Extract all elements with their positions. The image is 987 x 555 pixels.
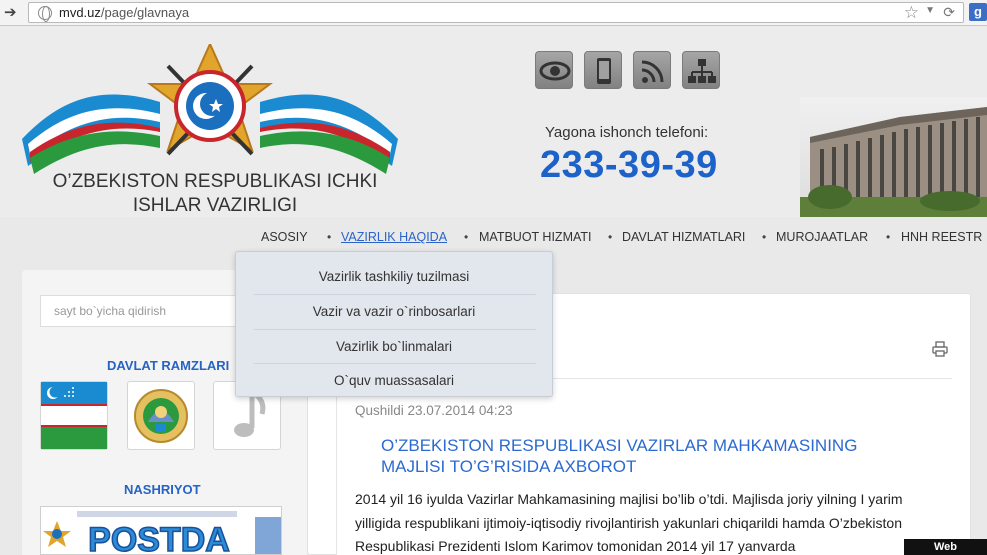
sitemap-icon[interactable]	[682, 51, 720, 89]
dropdown-item-tashkiliy-tuzilmasi[interactable]: Vazirlik tashkiliy tuzilmasi	[236, 260, 552, 294]
refresh-icon[interactable]: ⟳	[943, 4, 955, 21]
hotline-label: Yagona ishonch telefoni:	[545, 124, 709, 141]
nashriyot-title: NASHRIYOT	[124, 482, 201, 497]
site-name-line2: ISHLAR VAZIRLIGI	[132, 195, 298, 216]
eye-icon[interactable]	[535, 51, 573, 89]
url-text: mvd.uz/page/glavnaya	[59, 5, 190, 20]
flag-tile[interactable]	[40, 381, 108, 450]
post-date: Qushildi 23.07.2014 04:23	[355, 403, 513, 418]
nav-separator: •	[886, 230, 891, 244]
nav-separator: •	[608, 230, 613, 244]
nav-item-asosiy[interactable]: ASOSIY	[261, 230, 308, 244]
mobile-icon[interactable]	[584, 51, 622, 89]
dropdown-item-vazir-orinbosarlari[interactable]: Vazir va vazir o`rinbosarlari	[236, 295, 552, 329]
nav-separator: •	[762, 230, 767, 244]
print-icon[interactable]	[932, 341, 948, 357]
dropdown-item-oquv-muassasalari[interactable]: O`quv muassasalari	[236, 364, 552, 398]
nav-item-vazirlik-haqida[interactable]: VAZIRLIK HAQIDA	[341, 230, 447, 244]
vazirlik-haqida-dropdown: Vazirlik tashkiliy tuzilmasi Vazir va va…	[235, 251, 553, 397]
nav-item-davlat-hizmatlari[interactable]: DAVLAT HIZMATLARI	[622, 230, 745, 244]
address-bar[interactable]: mvd.uz/page/glavnaya ☆ ▼ ⟳	[28, 2, 964, 23]
nav-separator: •	[464, 230, 469, 244]
site-header: O’ZBEKISTON RESPUBLIKASI ICHKI ISHLAR VA…	[0, 27, 987, 217]
post-body: 2014 yil 16 iyulda Vazirlar Mahkamasinin…	[355, 491, 903, 554]
ministry-emblem-logo[interactable]	[20, 44, 400, 189]
uzbek-flag-image	[41, 382, 107, 449]
coat-of-arms-image	[134, 389, 188, 443]
nav-item-murojaatlar[interactable]: MUROJAATLAR	[776, 230, 868, 244]
rss-icon[interactable]	[633, 51, 671, 89]
bookmark-star-icon[interactable]: ☆	[904, 3, 919, 23]
nav-separator: •	[327, 230, 332, 244]
dropdown-arrow-icon[interactable]: ▼	[925, 5, 935, 16]
postda-text: POSTDA	[88, 521, 230, 555]
postda-banner[interactable]: POSTDA	[40, 506, 282, 555]
coat-of-arms-tile[interactable]	[127, 381, 195, 450]
ministry-building-image	[800, 97, 987, 217]
forward-arrow-icon[interactable]: ➔	[4, 4, 24, 22]
nav-item-matbuot-hizmati[interactable]: MATBUOT HIZMATI	[479, 230, 592, 244]
site-name: O’ZBEKISTON RESPUBLIKASI ICHKI ISHLAR VA…	[20, 170, 410, 218]
davlat-ramzlari-title: DAVLAT RAMZLARI	[107, 358, 230, 373]
hotline-number: 233-39-39	[540, 144, 718, 186]
search-placeholder: sayt bo`yicha qidirish	[54, 304, 167, 318]
globe-icon	[38, 6, 52, 22]
web-screenshot-watermark: Web Screenshot	[904, 539, 987, 555]
dropdown-item-bolinmalari[interactable]: Vazirlik bo`linmalari	[236, 330, 552, 364]
post-title-link[interactable]: O’ZBEKISTON RESPUBLIKASI VAZIRLAR MAHKAM…	[381, 435, 921, 477]
postda-logo-image: POSTDA	[41, 507, 281, 555]
site-name-line1: O’ZBEKISTON RESPUBLIKASI ICHKI	[52, 171, 378, 192]
nav-item-hnh-reestr[interactable]: HNH REESTR	[901, 230, 982, 244]
browser-toolbar: ➔ mvd.uz/page/glavnaya ☆ ▼ ⟳ g	[0, 0, 987, 26]
google-button[interactable]: g	[969, 3, 987, 21]
